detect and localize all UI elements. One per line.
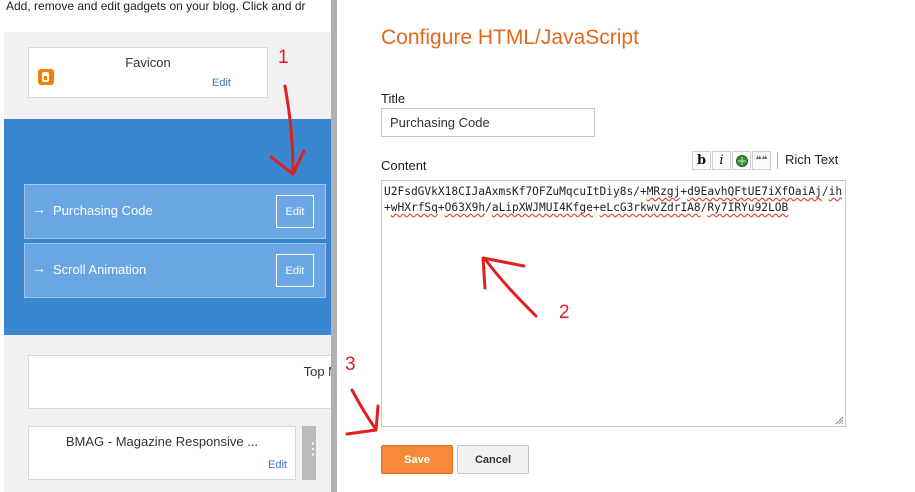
arrow-3-icon bbox=[345, 388, 380, 436]
arrow-1-icon bbox=[269, 84, 306, 176]
arrow-2-icon bbox=[481, 256, 538, 318]
annotation-arrows bbox=[269, 84, 538, 436]
